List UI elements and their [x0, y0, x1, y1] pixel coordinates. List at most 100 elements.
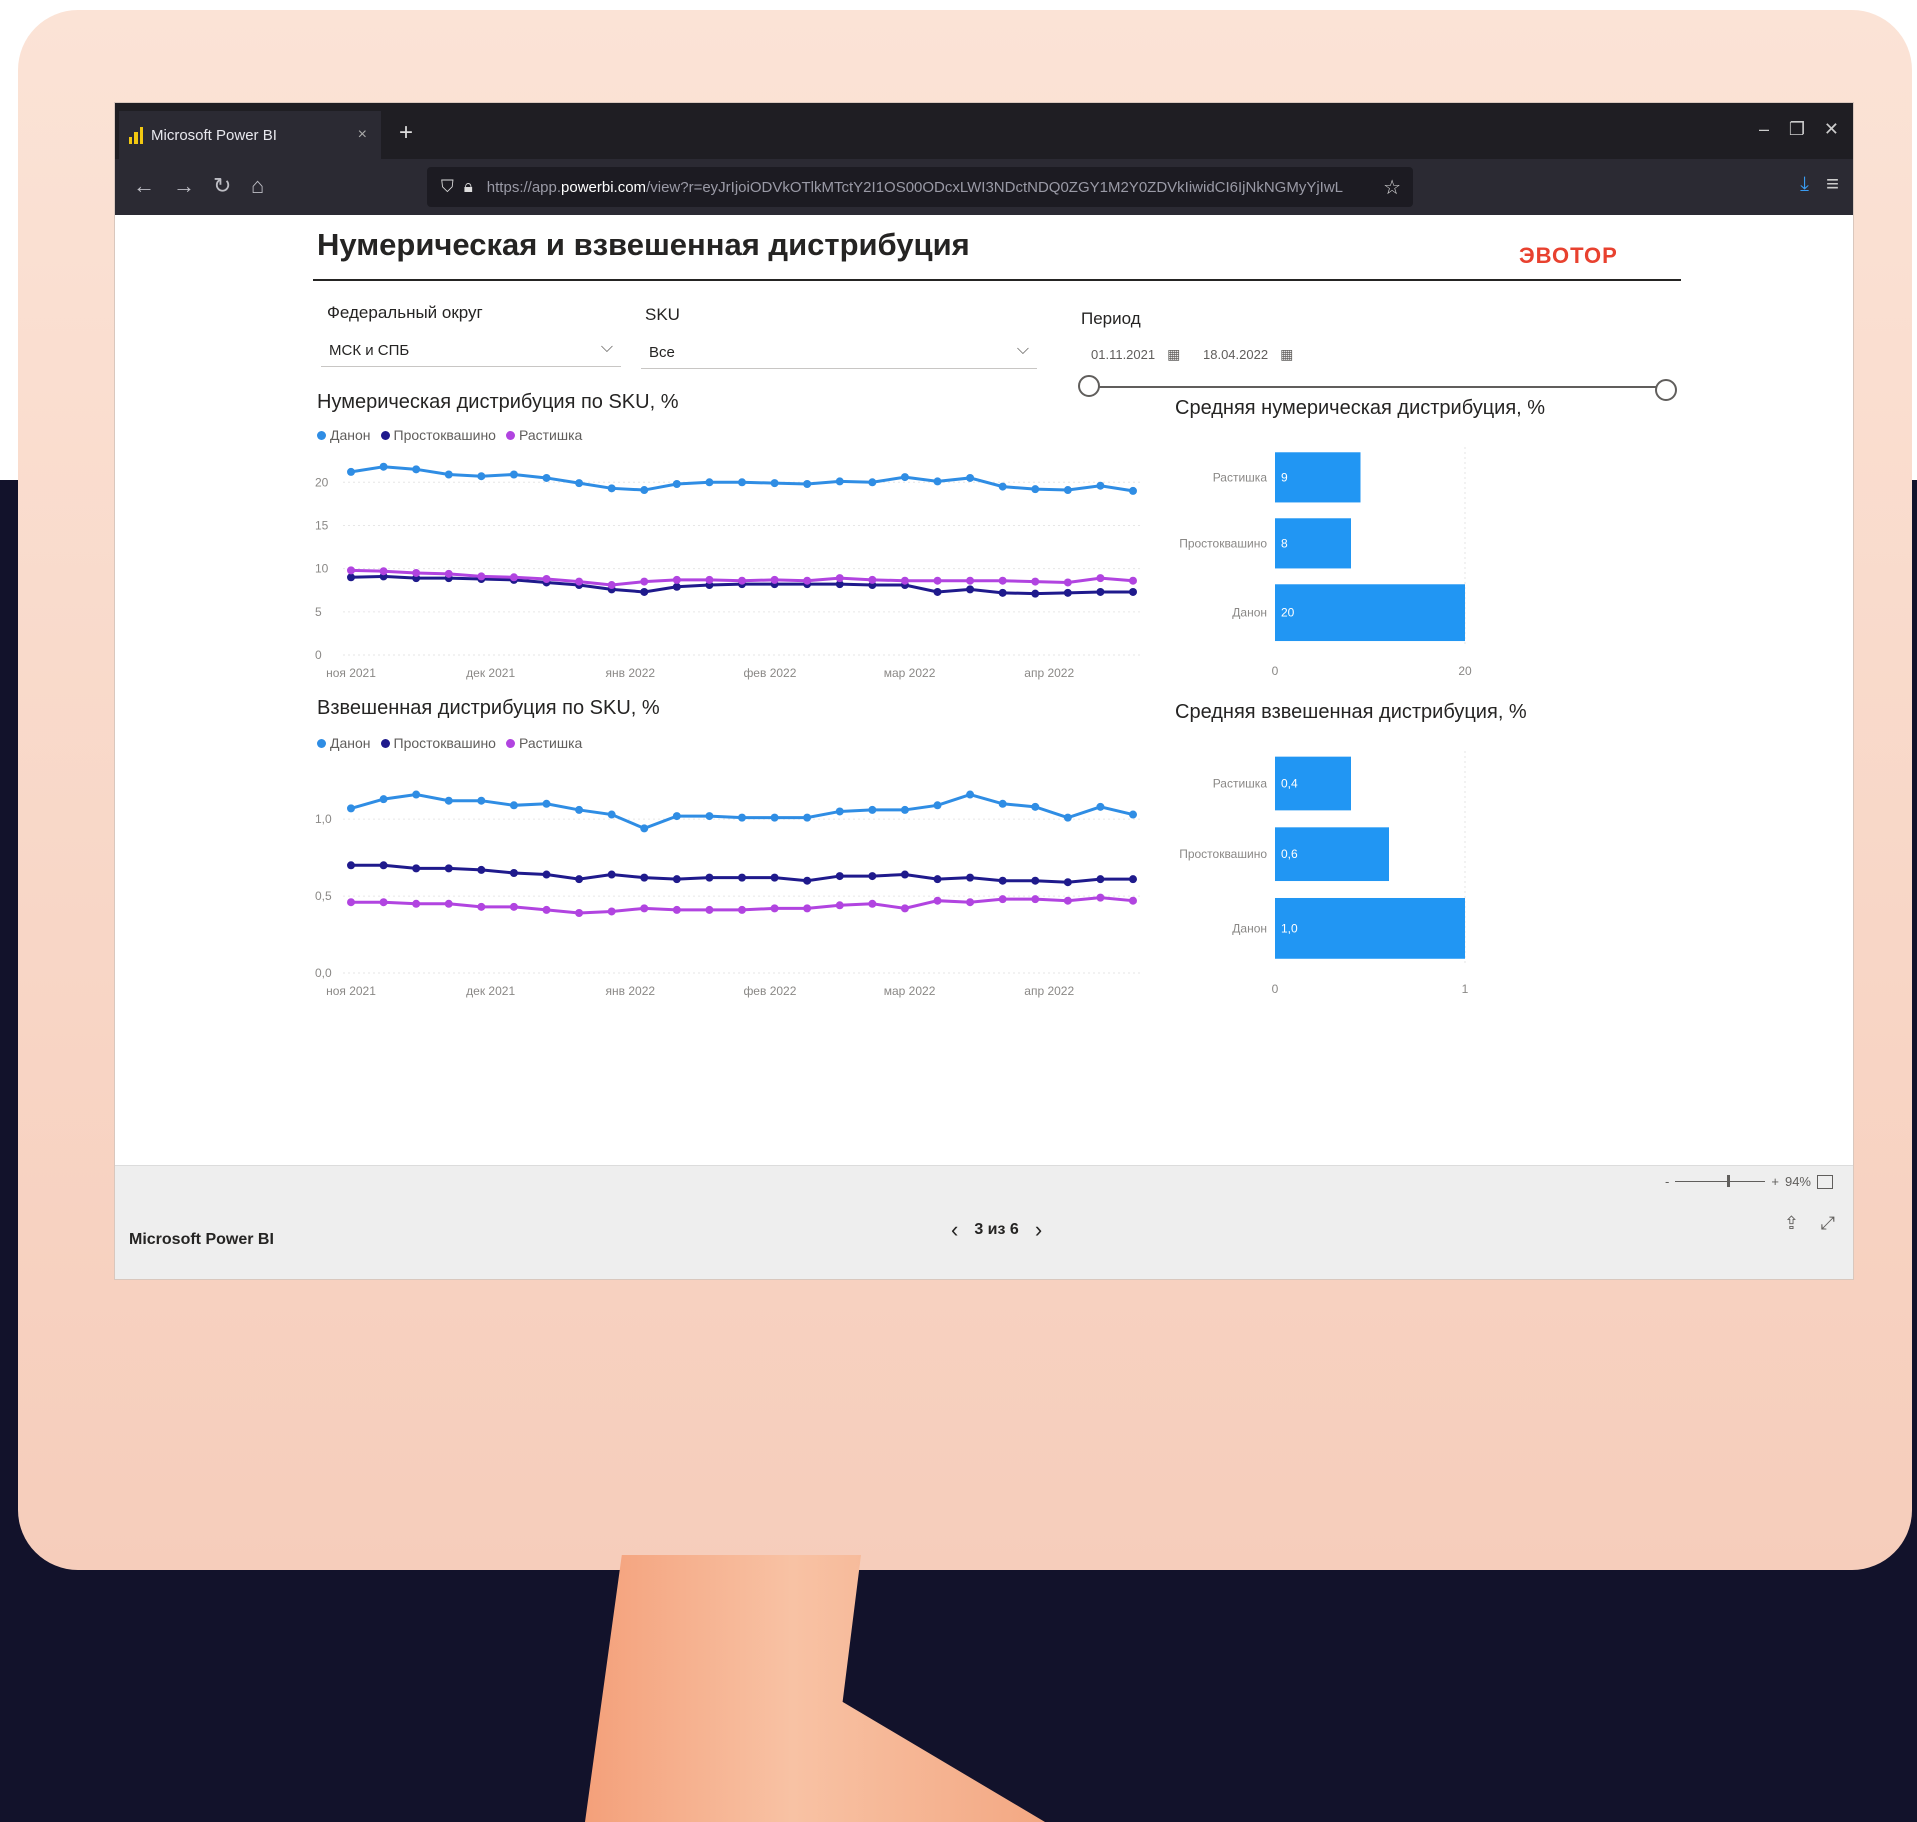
restore-icon[interactable]: ❐: [1789, 119, 1805, 140]
legend-item-rastishka[interactable]: Растишка: [505, 735, 582, 751]
numeric-chart-legend: Данон Простоквашино Растишка: [317, 427, 582, 443]
data-point-rastishka: [607, 907, 616, 916]
data-point-danon: [868, 805, 877, 814]
category-label: Растишка: [1213, 777, 1268, 791]
zoom-slider-thumb[interactable]: [1727, 1175, 1731, 1187]
data-point-prostokvashino: [542, 870, 551, 879]
data-point-danon: [900, 805, 909, 814]
data-point-rastishka: [835, 901, 844, 910]
period-slider-end-handle[interactable]: [1655, 379, 1677, 401]
download-icon[interactable]: ⤓: [1800, 173, 1809, 196]
y-tick-label: 5: [315, 605, 322, 619]
address-bar[interactable]: ⛉ 🔒︎ https://app.powerbi.com/view?r=eyJr…: [427, 167, 1413, 207]
browser-nav-bar: ← → ↻ ⌂ ⛉ 🔒︎ https://app.powerbi.com/vie…: [115, 159, 1853, 215]
district-dropdown[interactable]: МСК и СПБ ⌵: [321, 335, 621, 367]
reload-icon[interactable]: ↻: [213, 173, 231, 199]
tab-close-icon[interactable]: ×: [358, 126, 367, 144]
legend-item-danon[interactable]: Данон: [317, 735, 371, 751]
share-icon[interactable]: ⇪: [1784, 1213, 1799, 1234]
data-point-prostokvashino: [477, 865, 486, 874]
home-icon[interactable]: ⌂: [251, 173, 264, 199]
data-point-rastishka: [477, 902, 486, 911]
prev-page-icon[interactable]: ‹: [951, 1217, 958, 1243]
data-point-danon: [1129, 810, 1137, 819]
browser-tab[interactable]: Microsoft Power BI ×: [119, 111, 381, 159]
district-value: МСК и СПБ: [329, 342, 410, 359]
menu-icon[interactable]: ≡: [1826, 171, 1839, 197]
data-point-danon: [1063, 813, 1072, 822]
data-point-rastishka: [1063, 896, 1072, 905]
legend-item-prostokvashino[interactable]: Простоквашино: [380, 427, 496, 443]
data-point-danon: [998, 482, 1007, 491]
new-tab-button[interactable]: +: [399, 119, 413, 147]
data-point-rastishka: [1129, 576, 1137, 585]
numeric-distribution-line-chart: 0 5 10 15 20 ноя 2021 дек 2021 янв 2022 фев 2022…: [315, 462, 1141, 680]
data-point-prostokvashino: [379, 861, 388, 870]
legend-item-danon[interactable]: Данон: [317, 427, 371, 443]
window-close-icon[interactable]: ✕: [1824, 119, 1839, 140]
data-point-prostokvashino: [1031, 876, 1040, 885]
data-point-danon: [1096, 802, 1105, 811]
data-point-rastishka: [770, 904, 779, 913]
data-point-rastishka: [900, 904, 909, 913]
x-tick-label: ноя 2021: [326, 666, 376, 680]
period-slider-track: [1087, 386, 1663, 388]
zoom-slider[interactable]: [1675, 1175, 1766, 1187]
calendar-icon[interactable]: ▦: [1167, 346, 1180, 363]
evotor-logo: ЭВОТОР: [1519, 243, 1618, 268]
lock-icon: 🔒︎: [463, 177, 473, 196]
zoom-control: - + 94%: [1665, 1174, 1833, 1189]
zoom-out-button[interactable]: -: [1665, 1174, 1669, 1189]
data-point-danon: [607, 810, 616, 819]
data-point-danon: [412, 465, 421, 474]
data-point-prostokvashino: [770, 873, 779, 882]
bar-Растишка: [1275, 452, 1361, 503]
fullscreen-icon[interactable]: ⤢: [1821, 1213, 1835, 1234]
data-point-rastishka: [477, 572, 486, 581]
data-point-prostokvashino: [998, 876, 1007, 885]
legend-item-prostokvashino[interactable]: Простоквашино: [380, 735, 496, 751]
data-point-danon: [672, 480, 681, 488]
data-point-prostokvashino: [509, 869, 518, 877]
minimize-icon[interactable]: –: [1759, 119, 1769, 140]
bookmark-star-icon[interactable]: ☆: [1383, 175, 1401, 200]
data-point-rastishka: [412, 568, 421, 577]
data-point-prostokvashino: [998, 588, 1007, 597]
fit-to-page-icon[interactable]: [1817, 1174, 1833, 1189]
data-point-rastishka: [966, 576, 975, 585]
data-point-danon: [575, 805, 584, 814]
next-page-icon[interactable]: ›: [1035, 1217, 1042, 1243]
x-tick-label: дек 2021: [466, 984, 515, 998]
legend-item-rastishka[interactable]: Растишка: [505, 427, 582, 443]
sku-dropdown[interactable]: Все ⌵: [641, 337, 1037, 369]
data-point-danon: [1129, 486, 1137, 495]
data-point-prostokvashino: [933, 875, 942, 884]
data-point-danon: [640, 824, 649, 833]
data-point-danon: [477, 472, 486, 481]
data-point-rastishka: [607, 581, 616, 590]
data-point-prostokvashino: [1063, 878, 1072, 887]
x-tick-label: дек 2021: [466, 666, 515, 680]
data-point-rastishka: [868, 899, 877, 908]
date-to-input[interactable]: 18.04.2022 ▦: [1203, 339, 1293, 369]
data-point-danon: [379, 795, 388, 804]
data-point-prostokvashino: [347, 573, 355, 582]
data-point-danon: [509, 801, 518, 810]
data-point-prostokvashino: [966, 873, 975, 882]
y-tick-label: 10: [315, 562, 329, 576]
date-from-input[interactable]: 01.11.2021 ▦: [1091, 339, 1180, 369]
data-point-prostokvashino: [868, 872, 877, 881]
y-tick-label: 0,0: [315, 966, 332, 980]
data-label: 20: [1281, 606, 1295, 620]
calendar-icon[interactable]: ▦: [1280, 346, 1293, 363]
back-icon[interactable]: ←: [133, 173, 155, 199]
period-slider-start-handle[interactable]: [1078, 375, 1100, 397]
data-point-danon: [966, 790, 975, 799]
sku-value: Все: [649, 344, 675, 361]
data-point-danon: [347, 804, 355, 813]
browser-tab-bar: Microsoft Power BI × + – ❐ ✕: [115, 103, 1853, 159]
x-tick-label: мар 2022: [884, 984, 936, 998]
forward-icon[interactable]: →: [173, 173, 195, 199]
zoom-in-button[interactable]: +: [1771, 1174, 1779, 1189]
shield-icon: ⛉: [441, 177, 454, 196]
